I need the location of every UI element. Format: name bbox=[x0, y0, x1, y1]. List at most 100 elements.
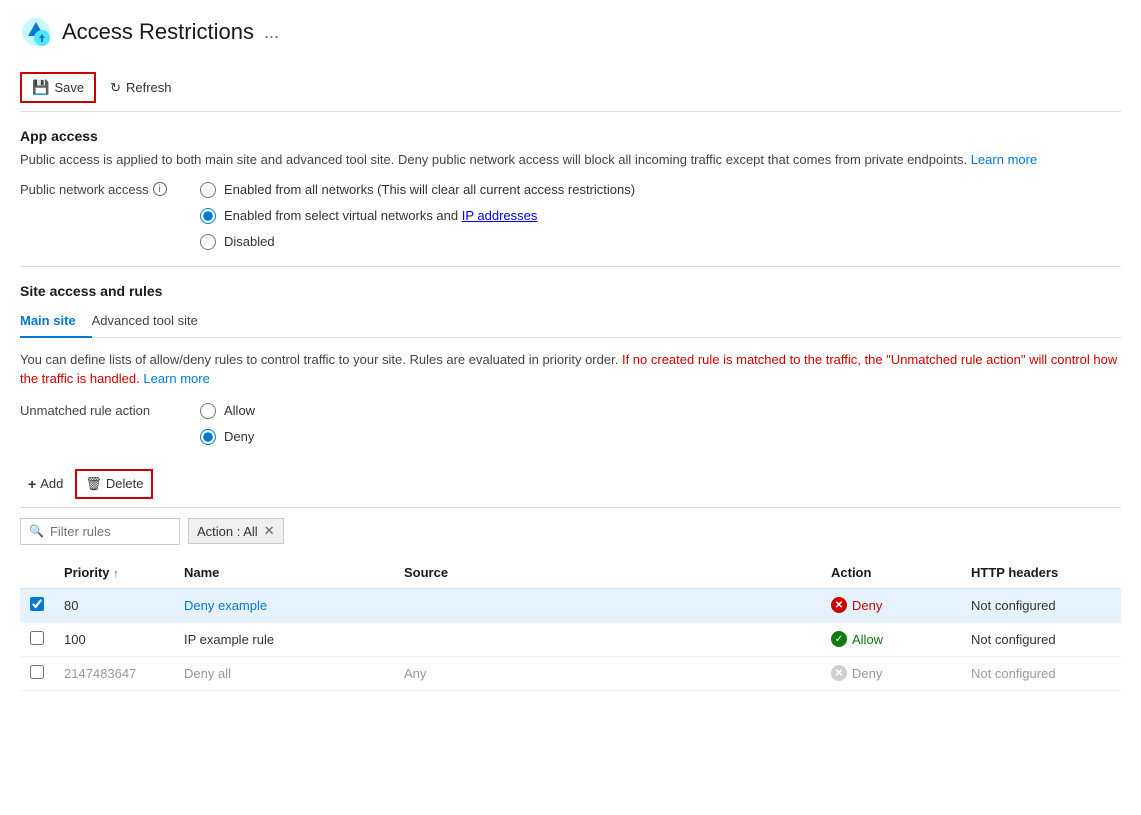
action-filter-label: Action : All bbox=[197, 524, 258, 539]
col-checkbox bbox=[20, 557, 54, 589]
save-label: Save bbox=[54, 80, 84, 95]
network-option-all[interactable]: Enabled from all networks (This will cle… bbox=[200, 182, 635, 198]
unmatched-rule-options: Allow Deny bbox=[200, 403, 255, 445]
action-allow: ✓ Allow bbox=[831, 631, 951, 647]
public-network-label: Public network access i bbox=[20, 182, 180, 197]
public-network-field: Public network access i Enabled from all… bbox=[20, 182, 1121, 250]
action-label: Deny bbox=[852, 598, 882, 613]
tab-main-site[interactable]: Main site bbox=[20, 305, 92, 338]
app-access-section: App access Public access is applied to b… bbox=[20, 128, 1121, 250]
refresh-label: Refresh bbox=[126, 80, 172, 95]
network-option-all-label: Enabled from all networks (This will cle… bbox=[224, 182, 635, 197]
unmatched-rule-field: Unmatched rule action Allow Deny bbox=[20, 403, 1121, 445]
action-filter-tag: Action : All ✕ bbox=[188, 518, 284, 544]
app-access-desc-text: Public access is applied to both main si… bbox=[20, 152, 967, 167]
unmatched-radio-allow[interactable] bbox=[200, 403, 216, 419]
app-icon bbox=[20, 16, 52, 48]
col-source: Source bbox=[394, 557, 821, 589]
site-access-info: You can define lists of allow/deny rules… bbox=[20, 350, 1121, 389]
row-source: Any bbox=[394, 656, 821, 690]
unmatched-deny[interactable]: Deny bbox=[200, 429, 255, 445]
table-row[interactable]: 2147483647Deny allAny ✕ Deny Not configured bbox=[20, 656, 1121, 690]
toolbar: 💾 Save ↻ Refresh bbox=[20, 64, 1121, 112]
action-deny-gray: ✕ Deny bbox=[831, 665, 951, 681]
public-network-options: Enabled from all networks (This will cle… bbox=[200, 182, 635, 250]
row-action: ✕ Deny bbox=[821, 588, 961, 622]
unmatched-deny-label: Deny bbox=[224, 429, 254, 444]
allow-icon: ✓ bbox=[831, 631, 847, 647]
info-icon[interactable]: i bbox=[153, 182, 167, 196]
network-option-select[interactable]: Enabled from select virtual networks and… bbox=[200, 208, 635, 224]
delete-button[interactable]: 🗑 Delete bbox=[75, 469, 153, 499]
refresh-button[interactable]: ↻ Refresh bbox=[100, 75, 181, 101]
col-http: HTTP headers bbox=[961, 557, 1121, 589]
search-input[interactable] bbox=[50, 524, 171, 539]
row-checkbox-cell[interactable] bbox=[20, 656, 54, 690]
unmatched-allow-label: Allow bbox=[224, 403, 255, 418]
plus-icon: + bbox=[28, 476, 36, 492]
network-radio-disabled[interactable] bbox=[200, 234, 216, 250]
site-access-section: Site access and rules Main site Advanced… bbox=[20, 283, 1121, 445]
network-radio-all[interactable] bbox=[200, 182, 216, 198]
row-checkbox[interactable] bbox=[30, 631, 44, 645]
ip-addresses-link[interactable]: IP addresses bbox=[462, 208, 538, 223]
search-icon: 🔍 bbox=[29, 524, 44, 538]
add-button[interactable]: + Add bbox=[20, 471, 71, 497]
action-deny: ✕ Deny bbox=[831, 597, 951, 613]
table-row[interactable]: 80 Deny example ✕ Deny Not configured bbox=[20, 588, 1121, 622]
unmatched-radio-deny[interactable] bbox=[200, 429, 216, 445]
action-label: Deny bbox=[852, 666, 882, 681]
filter-row: 🔍 Action : All ✕ bbox=[20, 518, 1121, 545]
save-button[interactable]: 💾 Save bbox=[20, 72, 96, 103]
table-row[interactable]: 100IP example rule✓AllowNot configured bbox=[20, 622, 1121, 656]
tab-advanced-tool-site[interactable]: Advanced tool site bbox=[92, 305, 214, 338]
row-action: ✓ Allow bbox=[821, 622, 961, 656]
row-checkbox[interactable] bbox=[30, 597, 44, 611]
divider-1 bbox=[20, 266, 1121, 267]
col-priority[interactable]: Priority ↑ bbox=[54, 557, 174, 589]
row-priority: 100 bbox=[54, 622, 174, 656]
row-priority: 2147483647 bbox=[54, 656, 174, 690]
row-http-headers: Not configured bbox=[961, 588, 1121, 622]
page-title: Access Restrictions bbox=[62, 19, 254, 45]
app-access-learn-more[interactable]: Learn more bbox=[971, 152, 1037, 167]
row-checkbox-cell[interactable] bbox=[20, 622, 54, 656]
row-name-link[interactable]: Deny example bbox=[184, 598, 267, 613]
table-header-row: Priority ↑ Name Source Action HTTP heade… bbox=[20, 557, 1121, 589]
network-radio-select[interactable] bbox=[200, 208, 216, 224]
row-checkbox[interactable] bbox=[30, 665, 44, 679]
col-action: Action bbox=[821, 557, 961, 589]
action-label: Allow bbox=[852, 632, 883, 647]
app-access-title: App access bbox=[20, 128, 1121, 144]
app-access-desc: Public access is applied to both main si… bbox=[20, 150, 1121, 170]
unmatched-rule-label: Unmatched rule action bbox=[20, 403, 180, 418]
more-icon[interactable]: ... bbox=[264, 22, 279, 43]
col-name: Name bbox=[174, 557, 394, 589]
row-action: ✕ Deny bbox=[821, 656, 961, 690]
row-source bbox=[394, 588, 821, 622]
filter-input-wrapper[interactable]: 🔍 bbox=[20, 518, 180, 545]
row-priority: 80 bbox=[54, 588, 174, 622]
network-option-disabled[interactable]: Disabled bbox=[200, 234, 635, 250]
filter-clear-button[interactable]: ✕ bbox=[264, 523, 275, 539]
site-access-learn-more[interactable]: Learn more bbox=[143, 371, 209, 386]
trash-icon: 🗑 bbox=[85, 476, 102, 492]
site-tabs: Main site Advanced tool site bbox=[20, 305, 1121, 338]
network-option-select-label: Enabled from select virtual networks and… bbox=[224, 208, 537, 223]
refresh-icon: ↻ bbox=[110, 80, 121, 96]
row-name: Deny all bbox=[174, 656, 394, 690]
row-name: IP example rule bbox=[174, 622, 394, 656]
rules-toolbar: + Add 🗑 Delete bbox=[20, 461, 1121, 508]
row-http-headers: Not configured bbox=[961, 656, 1121, 690]
delete-label: Delete bbox=[106, 476, 144, 491]
row-checkbox-cell[interactable] bbox=[20, 588, 54, 622]
row-name[interactable]: Deny example bbox=[174, 588, 394, 622]
save-icon: 💾 bbox=[32, 79, 49, 96]
sort-icon: ↑ bbox=[113, 568, 119, 580]
deny-gray-icon: ✕ bbox=[831, 665, 847, 681]
add-label: Add bbox=[40, 476, 63, 491]
deny-icon: ✕ bbox=[831, 597, 847, 613]
rules-table: Priority ↑ Name Source Action HTTP heade… bbox=[20, 557, 1121, 691]
row-source bbox=[394, 622, 821, 656]
unmatched-allow[interactable]: Allow bbox=[200, 403, 255, 419]
